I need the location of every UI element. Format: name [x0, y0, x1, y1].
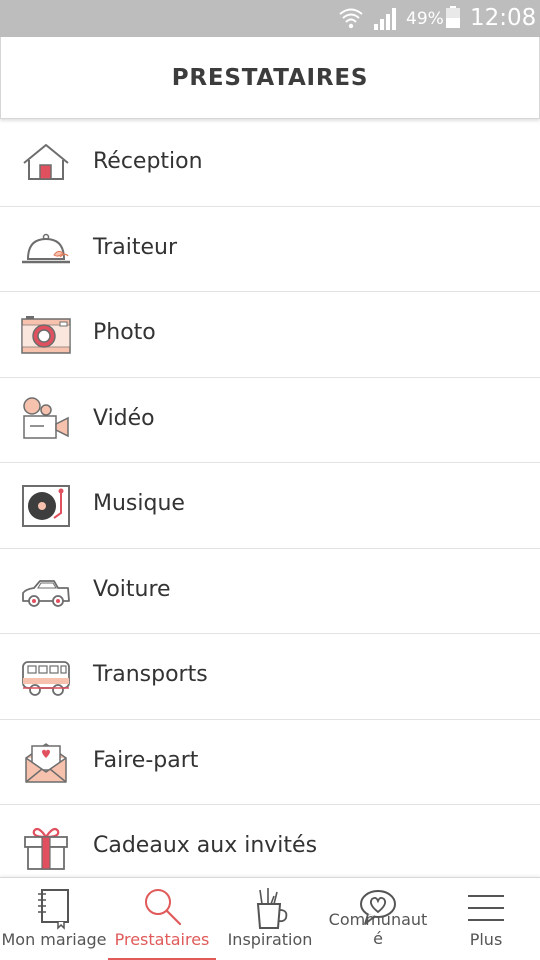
battery-percent: 49% [406, 9, 444, 29]
app-header: PRESTATAIRES [0, 37, 540, 119]
envelope-heart-icon [25, 742, 67, 783]
gift-icon [24, 827, 68, 870]
page-title: PRESTATAIRES [171, 65, 369, 91]
camera-icon [21, 316, 71, 354]
list-item-photo[interactable]: Photo [0, 292, 540, 378]
nav-tab-mon-mariage[interactable]: Mon mariage [0, 878, 108, 960]
list-item-musique[interactable]: Musique [0, 463, 540, 549]
nav-tab-communaute[interactable]: Communaut é [324, 878, 432, 960]
nav-label: Inspiration [227, 930, 313, 949]
status-bar: 49% 12:08 [0, 0, 540, 37]
nav-tab-prestataires[interactable]: Prestataires [108, 878, 216, 960]
list-item-label: Vidéo [93, 405, 155, 431]
nav-label-line: é [373, 929, 383, 948]
list-item-voiture[interactable]: Voiture [0, 549, 540, 634]
list-item-label: Voiture [93, 576, 171, 602]
battery-icon [446, 6, 460, 28]
list-item-label: Réception [93, 149, 203, 174]
nav-label-line: Communaut [328, 910, 428, 929]
search-icon [145, 889, 182, 926]
list-item-label: Photo [93, 320, 156, 345]
nav-label: Plus [469, 930, 503, 949]
list-item-faire-part[interactable]: Faire-part [0, 720, 540, 805]
menu-icon [468, 895, 504, 921]
pencil-cup-icon [256, 888, 288, 929]
nav-tab-plus[interactable]: Plus [432, 878, 540, 960]
house-icon [23, 144, 69, 180]
car-icon [22, 579, 70, 607]
cloche-icon [22, 233, 70, 263]
list-item-label: Cadeaux aux invités [93, 833, 318, 858]
list-item-label: Faire-part [93, 747, 199, 773]
nav-label: Prestataires [114, 930, 210, 949]
list-item-traiteur[interactable]: Traiteur [0, 207, 540, 292]
notebook-icon [38, 889, 69, 930]
video-camera-icon [23, 396, 69, 439]
list-item-transports[interactable]: Transports [0, 634, 540, 720]
nav-label: Mon mariage [1, 930, 107, 949]
status-time: 12:08 [470, 5, 537, 31]
nav-label: Communaut é [318, 910, 438, 948]
turntable-icon [22, 485, 70, 527]
list-item-video[interactable]: Vidéo [0, 378, 540, 463]
list-item-label: Transports [93, 662, 208, 687]
bottom-navigation: Mon mariage Prestataires Inspiration Com… [0, 877, 540, 960]
wifi-icon [339, 8, 363, 29]
signal-icon [374, 8, 396, 30]
bus-icon [22, 661, 70, 696]
nav-tab-inspiration[interactable]: Inspiration [216, 878, 324, 960]
category-list: Réception Traiteur Photo Vidéo Musique V… [0, 121, 540, 891]
list-item-label: Traiteur [93, 234, 177, 260]
list-item-label: Musique [93, 491, 185, 516]
list-item-reception[interactable]: Réception [0, 121, 540, 207]
